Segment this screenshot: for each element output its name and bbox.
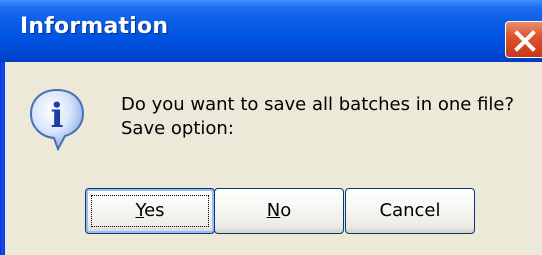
window-left-border bbox=[0, 62, 5, 255]
no-mnemonic: N bbox=[266, 200, 281, 221]
window-title: Information bbox=[20, 14, 169, 39]
title-bar[interactable]: Information bbox=[0, 0, 542, 62]
no-button[interactable]: No bbox=[214, 188, 344, 234]
close-button[interactable] bbox=[505, 21, 542, 58]
information-icon: i bbox=[29, 88, 85, 151]
yes-button[interactable]: Yes bbox=[85, 188, 215, 234]
no-label-rest: o bbox=[280, 200, 292, 221]
message-line-1: Do you want to save all batches in one f… bbox=[121, 94, 515, 115]
message-text: Do you want to save all batches in one f… bbox=[121, 93, 514, 141]
cancel-label: Cancel bbox=[379, 200, 441, 221]
yes-label-rest: es bbox=[144, 200, 165, 221]
cancel-button[interactable]: Cancel bbox=[345, 188, 475, 234]
information-glyph: i bbox=[51, 96, 64, 136]
information-dialog: Information i Do you want to save all ba… bbox=[0, 0, 542, 255]
yes-mnemonic: Y bbox=[135, 200, 145, 221]
close-icon bbox=[514, 30, 536, 52]
message-line-2: Save option: bbox=[121, 118, 234, 139]
